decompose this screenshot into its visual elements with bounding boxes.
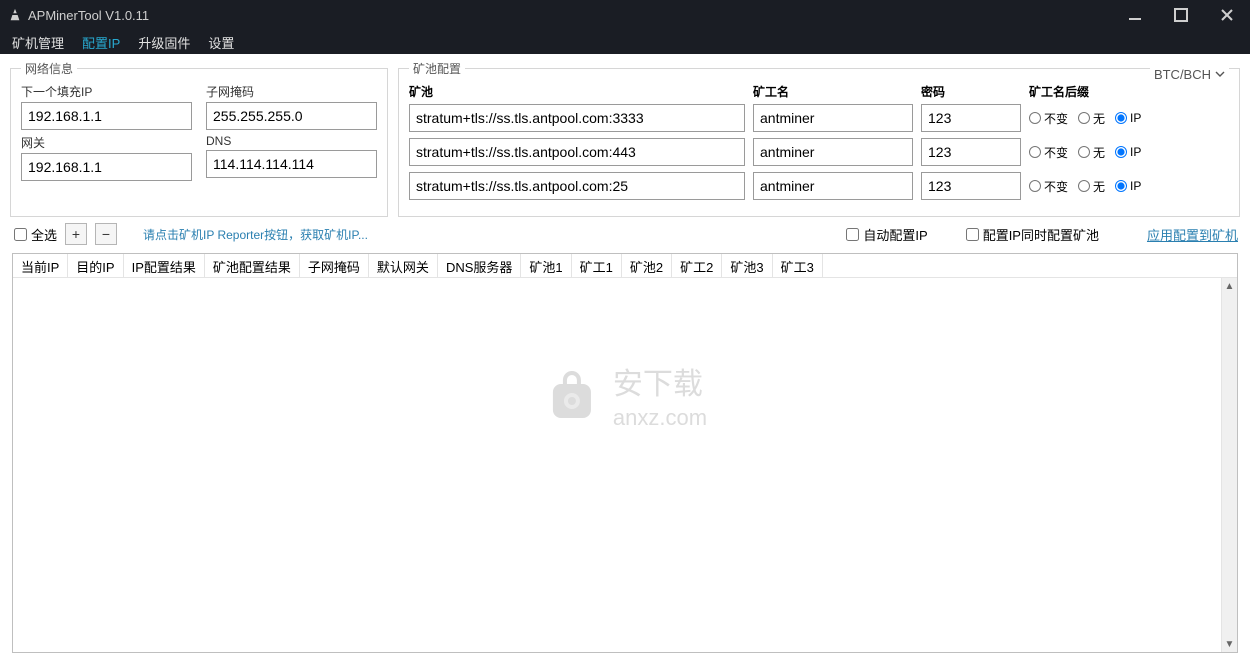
- suffix-radios-1: 不变 无 IP: [1029, 110, 1229, 127]
- minus-icon: −: [102, 226, 110, 242]
- coin-label: BTC/BCH: [1154, 67, 1211, 82]
- pool-password-input-1[interactable]: [921, 104, 1021, 132]
- suffix-none-1[interactable]: 无: [1078, 110, 1105, 127]
- network-info-group: 网络信息 下一个填充IP 子网掩码 网关 DNS: [10, 60, 388, 217]
- close-button[interactable]: [1204, 0, 1250, 30]
- table-header-row: 当前IP 目的IP IP配置结果 矿池配置结果 子网掩码 默认网关 DNS服务器…: [13, 254, 1237, 278]
- th-ip-result[interactable]: IP配置结果: [124, 254, 205, 277]
- th-pool1[interactable]: 矿池1: [521, 254, 571, 277]
- next-ip-input[interactable]: [21, 102, 192, 130]
- suffix-ip-3[interactable]: IP: [1115, 179, 1141, 193]
- th-pool2[interactable]: 矿池2: [622, 254, 672, 277]
- pool-url-input-2[interactable]: [409, 138, 745, 166]
- pool-url-input-3[interactable]: [409, 172, 745, 200]
- watermark-name: 安下载: [613, 369, 703, 401]
- pool-row: 不变 无 IP: [409, 104, 1229, 132]
- suffix-nochange-2[interactable]: 不变: [1029, 144, 1068, 161]
- col-suffix: 矿工名后缀: [1029, 83, 1229, 100]
- pool-row: 不变 无 IP: [409, 138, 1229, 166]
- th-pool-result[interactable]: 矿池配置结果: [205, 254, 300, 277]
- minimize-button[interactable]: [1112, 0, 1158, 30]
- pool-password-input-2[interactable]: [921, 138, 1021, 166]
- pool-password-input-3[interactable]: [921, 172, 1021, 200]
- th-dns[interactable]: DNS服务器: [438, 254, 521, 277]
- window-title: APMinerTool V1.0.11: [28, 8, 149, 23]
- miner-table: 当前IP 目的IP IP配置结果 矿池配置结果 子网掩码 默认网关 DNS服务器…: [12, 253, 1238, 653]
- col-password: 密码: [921, 83, 1021, 100]
- th-subnet[interactable]: 子网掩码: [300, 254, 369, 277]
- network-legend: 网络信息: [21, 60, 77, 77]
- scroll-up-icon[interactable]: ▲: [1222, 278, 1237, 294]
- watermark: 安下载 anxz.com: [543, 366, 707, 432]
- pool-worker-input-3[interactable]: [753, 172, 913, 200]
- remove-button[interactable]: −: [95, 223, 117, 245]
- menu-upgrade-firmware[interactable]: 升级固件: [138, 33, 190, 52]
- th-worker2[interactable]: 矿工2: [672, 254, 722, 277]
- menubar: 矿机管理 配置IP 升级固件 设置: [0, 30, 1250, 54]
- subnet-input[interactable]: [206, 102, 377, 130]
- col-worker: 矿工名: [753, 83, 913, 100]
- pool-config-group: 矿池配置 BTC/BCH 矿池 矿工名 密码 矿工名后缀 不变 无 IP: [398, 60, 1240, 217]
- suffix-radios-3: 不变 无 IP: [1029, 178, 1229, 195]
- app-logo-icon: [8, 8, 22, 22]
- menu-config-ip[interactable]: 配置IP: [82, 33, 120, 52]
- dns-label: DNS: [206, 134, 377, 148]
- watermark-url: anxz.com: [613, 406, 707, 429]
- gateway-label: 网关: [21, 134, 192, 151]
- reporter-hint: 请点击矿机IP Reporter按钮，获取矿机IP...: [143, 226, 368, 243]
- dns-input[interactable]: [206, 150, 377, 178]
- pool-worker-input-1[interactable]: [753, 104, 913, 132]
- table-body: 安下载 anxz.com: [13, 278, 1237, 652]
- suffix-none-3[interactable]: 无: [1078, 178, 1105, 195]
- th-worker1[interactable]: 矿工1: [572, 254, 622, 277]
- add-button[interactable]: +: [65, 223, 87, 245]
- suffix-nochange-1[interactable]: 不变: [1029, 110, 1068, 127]
- config-pool-too-checkbox[interactable]: 配置IP同时配置矿池: [966, 225, 1099, 244]
- subnet-label: 子网掩码: [206, 83, 377, 100]
- lock-bag-icon: [543, 366, 601, 432]
- menu-miner-manage[interactable]: 矿机管理: [12, 33, 64, 52]
- th-worker3[interactable]: 矿工3: [773, 254, 823, 277]
- suffix-ip-1[interactable]: IP: [1115, 111, 1141, 125]
- pool-url-input-1[interactable]: [409, 104, 745, 132]
- next-ip-label: 下一个填充IP: [21, 83, 192, 100]
- plus-icon: +: [72, 226, 80, 242]
- gateway-input[interactable]: [21, 153, 192, 181]
- vertical-scrollbar[interactable]: ▲ ▼: [1221, 278, 1237, 652]
- menu-settings[interactable]: 设置: [208, 33, 234, 52]
- chevron-down-icon: [1215, 67, 1225, 82]
- action-toolbar: 全选 + − 请点击矿机IP Reporter按钮，获取矿机IP... 自动配置…: [0, 221, 1250, 253]
- suffix-ip-2[interactable]: IP: [1115, 145, 1141, 159]
- pool-legend: 矿池配置: [409, 60, 465, 77]
- pool-row: 不变 无 IP: [409, 172, 1229, 200]
- suffix-none-2[interactable]: 无: [1078, 144, 1105, 161]
- select-all-checkbox[interactable]: 全选: [14, 225, 57, 244]
- col-pool: 矿池: [409, 83, 745, 100]
- maximize-button[interactable]: [1158, 0, 1204, 30]
- scroll-down-icon[interactable]: ▼: [1222, 636, 1237, 652]
- suffix-radios-2: 不变 无 IP: [1029, 144, 1229, 161]
- coin-select[interactable]: BTC/BCH: [1150, 67, 1229, 82]
- apply-config-link[interactable]: 应用配置到矿机: [1147, 225, 1238, 244]
- titlebar: APMinerTool V1.0.11: [0, 0, 1250, 30]
- pool-worker-input-2[interactable]: [753, 138, 913, 166]
- th-pool3[interactable]: 矿池3: [722, 254, 772, 277]
- suffix-nochange-3[interactable]: 不变: [1029, 178, 1068, 195]
- auto-config-checkbox[interactable]: 自动配置IP: [846, 225, 927, 244]
- th-current-ip[interactable]: 当前IP: [13, 254, 68, 277]
- th-target-ip[interactable]: 目的IP: [68, 254, 123, 277]
- th-gateway[interactable]: 默认网关: [369, 254, 438, 277]
